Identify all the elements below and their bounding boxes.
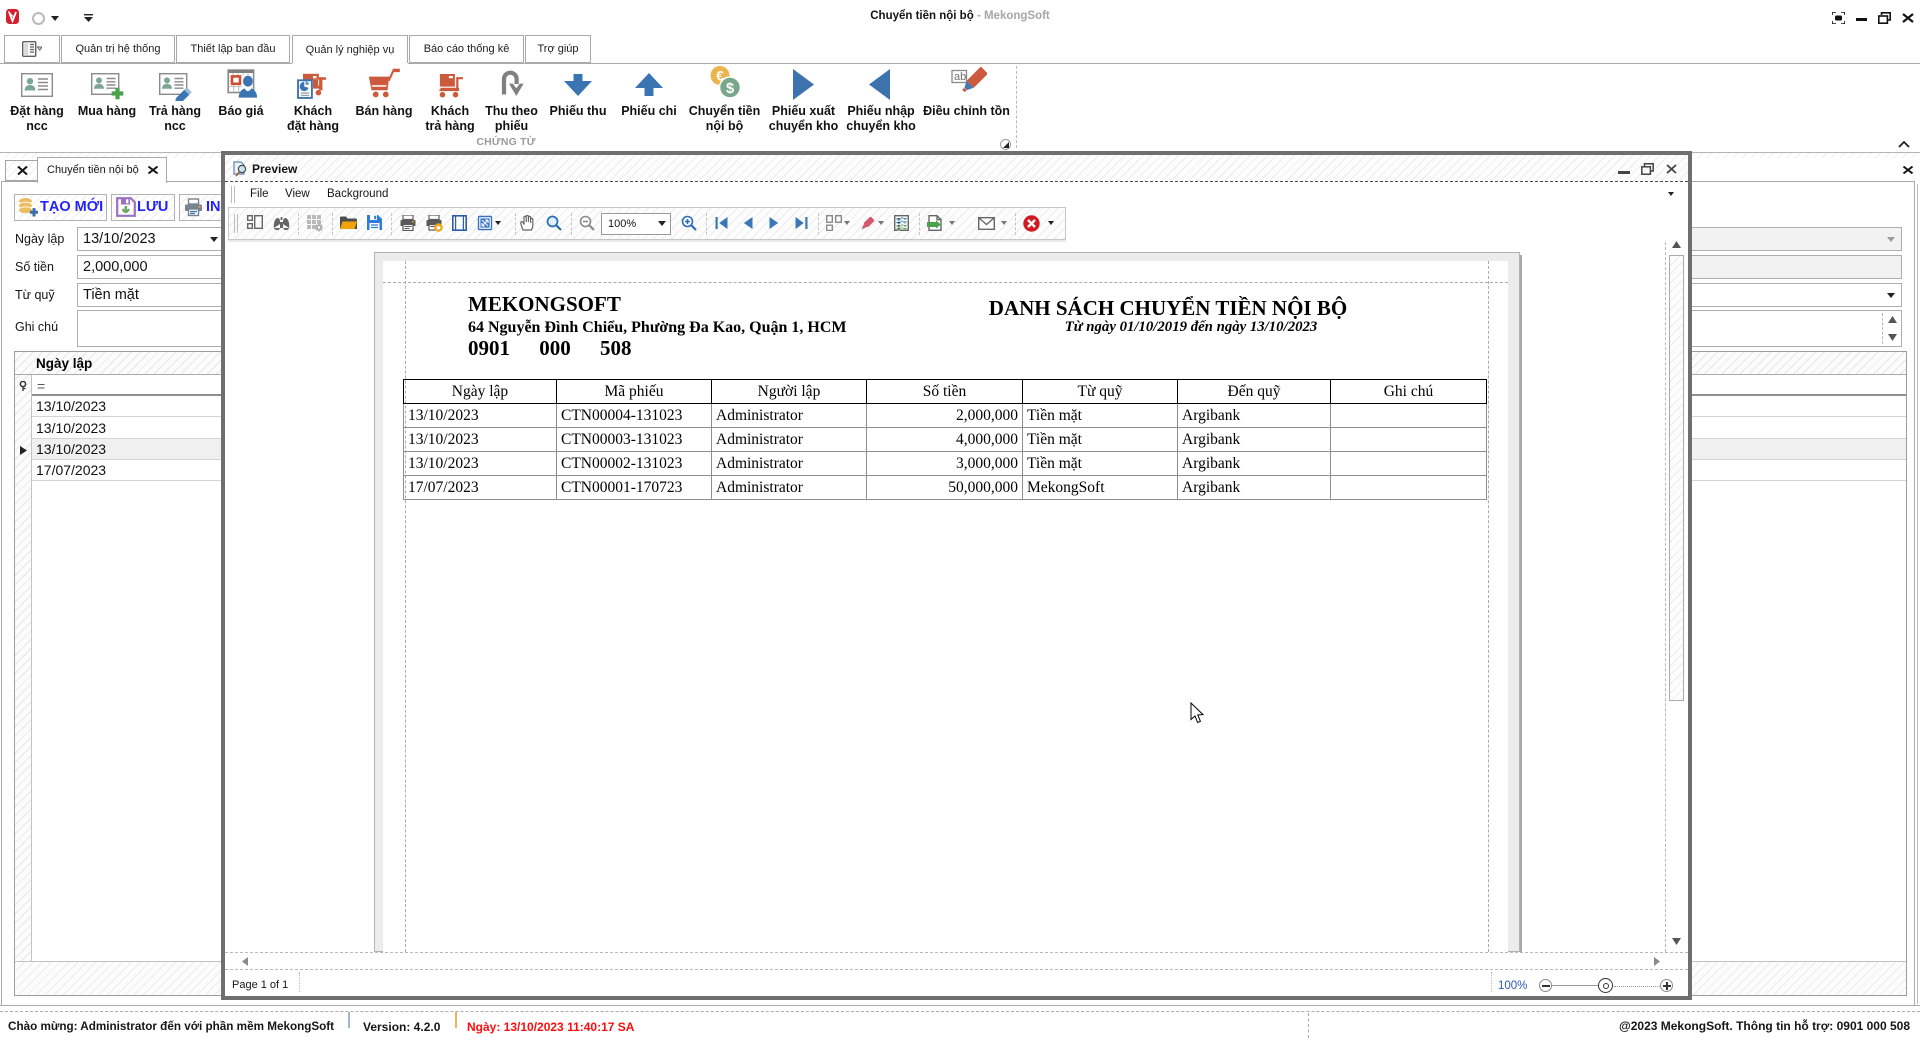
- svg-text:$: $: [726, 80, 735, 97]
- svg-text:ab: ab: [954, 71, 966, 83]
